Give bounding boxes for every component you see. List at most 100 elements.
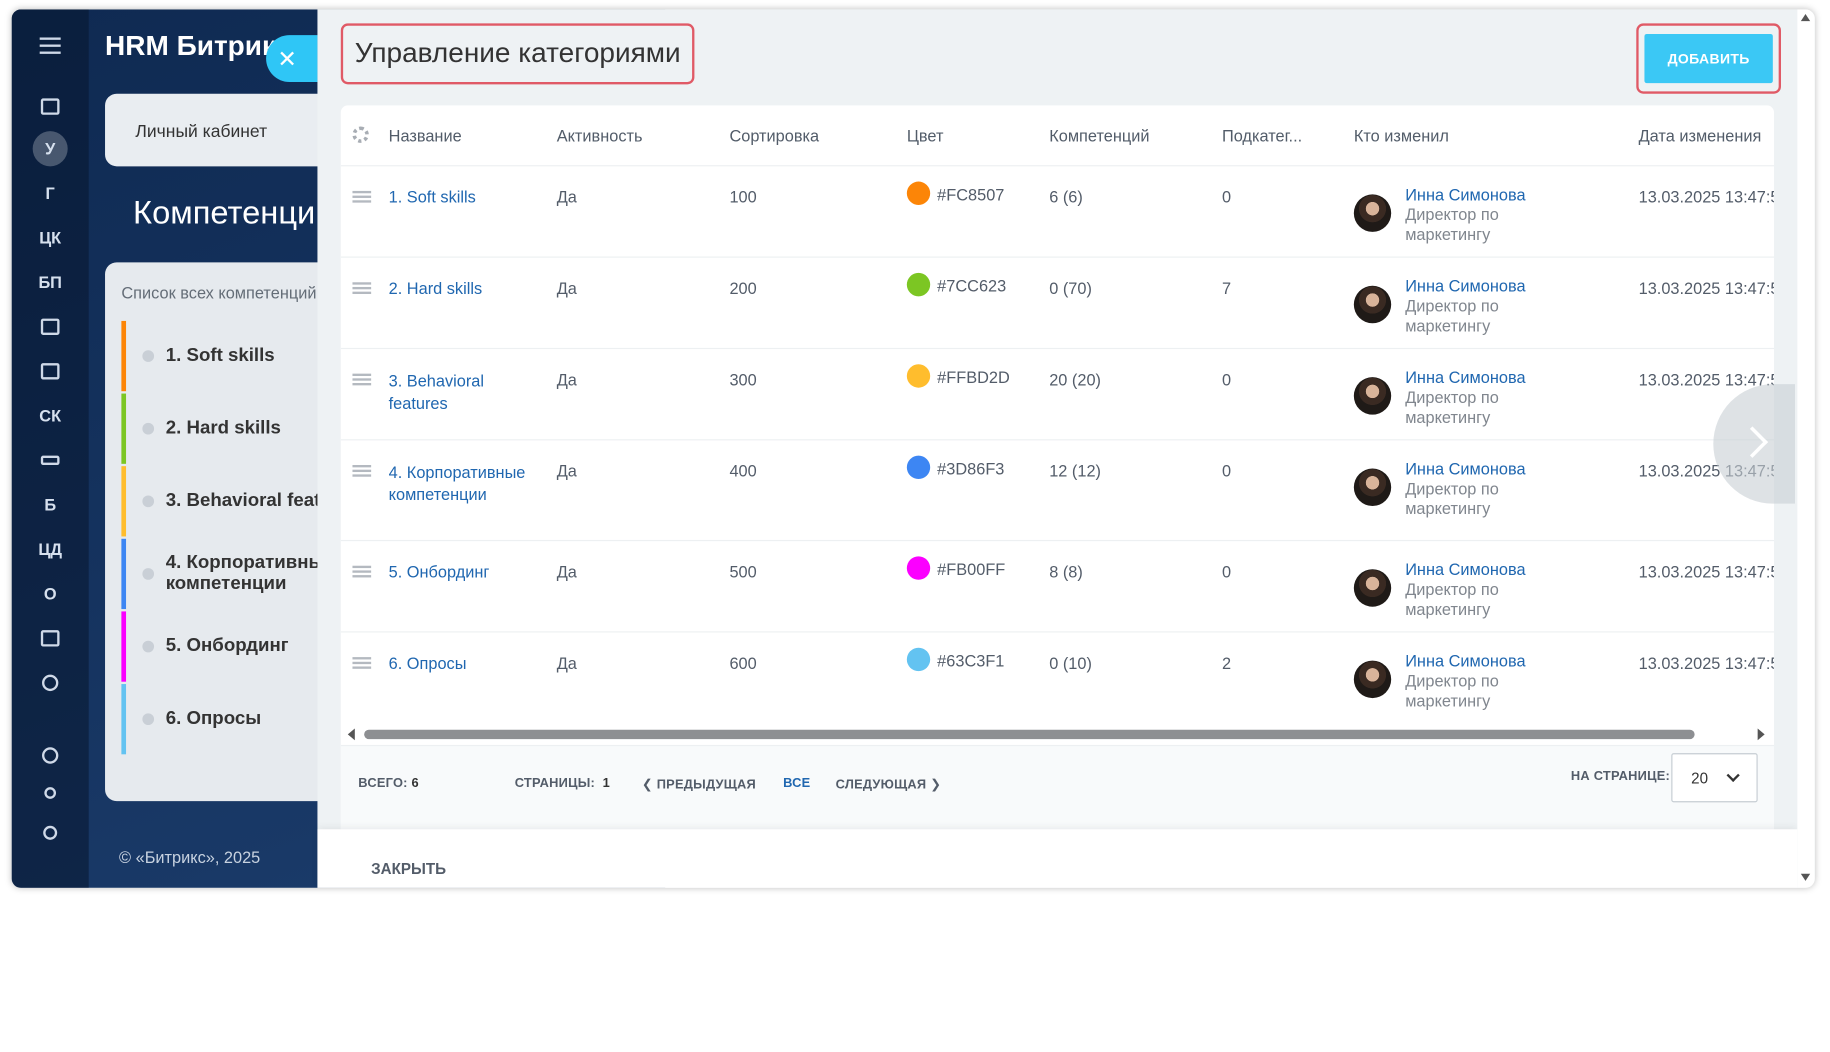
subcategories-value: 2: [1221, 653, 1232, 673]
column-modified-by[interactable]: Кто изменил: [1354, 127, 1449, 146]
color-value: #FFBD2D: [906, 364, 1010, 389]
tasks-icon[interactable]: [12, 89, 89, 124]
scrollbar-thumb[interactable]: [364, 729, 1695, 740]
user-name-link[interactable]: Инна Симонова: [1405, 651, 1533, 671]
rail-item-cd[interactable]: ЦД: [12, 532, 89, 567]
chevron-left-icon: ❮: [641, 777, 653, 792]
prev-page-button[interactable]: ❮ ПРЕДЫДУЩАЯ: [642, 777, 756, 792]
column-name[interactable]: Название: [389, 127, 462, 146]
grid-header: Название Активность Сортировка Цвет Комп…: [340, 105, 1774, 167]
expand-icon[interactable]: [142, 422, 155, 435]
help-icon[interactable]: [12, 738, 89, 773]
drag-handle-icon[interactable]: [352, 373, 372, 386]
scroll-right-icon[interactable]: [1757, 728, 1765, 741]
column-color[interactable]: Цвет: [907, 127, 944, 146]
user-name-link[interactable]: Инна Симонова: [1405, 185, 1533, 205]
next-page-button[interactable]: СЛЕДУЮЩАЯ ❯: [836, 777, 942, 792]
user-name-link[interactable]: Инна Симонова: [1405, 368, 1533, 388]
sort-value: 300: [729, 370, 757, 389]
table-row[interactable]: 5. Онбординг Да 500 #FB00FF 8 (8) 0 Инна…: [340, 541, 1774, 633]
expand-icon[interactable]: [142, 713, 155, 726]
more-icon[interactable]: [12, 665, 89, 700]
checklist-icon[interactable]: [12, 621, 89, 656]
scroll-down-icon[interactable]: [1800, 873, 1811, 881]
drag-handle-icon[interactable]: [352, 190, 372, 203]
competences-value: 0 (70): [1049, 278, 1092, 298]
add-button[interactable]: ДОБАВИТЬ: [1644, 33, 1773, 84]
user-name-link[interactable]: Инна Симонова: [1405, 276, 1533, 296]
panel-footer: ЗАКРЫТЬ: [317, 829, 1798, 888]
competences-value: 20 (20): [1049, 370, 1101, 389]
column-subcategories[interactable]: Подкатег...: [1222, 127, 1302, 146]
close-icon[interactable]: ✕: [266, 35, 318, 82]
close-button[interactable]: ЗАКРЫТЬ: [371, 860, 446, 878]
menu-icon[interactable]: [39, 37, 61, 54]
scroll-left-icon[interactable]: [347, 728, 355, 741]
sort-value: 200: [729, 278, 757, 298]
rail-item-o[interactable]: О: [12, 576, 89, 611]
category-name-link[interactable]: 5. Онбординг: [389, 562, 529, 581]
expand-icon[interactable]: [142, 350, 155, 362]
table-row[interactable]: 4. Корпоративные компетенции Да 400 #3D8…: [340, 440, 1774, 542]
expand-icon[interactable]: [142, 495, 155, 508]
activity-value: Да: [556, 562, 577, 581]
user-position: Директор по маркетингу: [1405, 671, 1499, 710]
expand-icon[interactable]: [142, 640, 155, 653]
avatar[interactable]: [1353, 377, 1392, 415]
category-name-link[interactable]: 2. Hard skills: [389, 279, 529, 298]
color-swatch: [906, 364, 931, 389]
sliders-icon[interactable]: [12, 443, 89, 478]
gear-icon[interactable]: [352, 126, 369, 143]
panel-title: Управление категориями: [340, 23, 695, 85]
color-swatch: [906, 181, 931, 206]
horizontal-scrollbar[interactable]: [341, 726, 1774, 742]
drag-handle-icon[interactable]: [352, 657, 372, 669]
category-name-link[interactable]: 4. Корпоративные компетенции: [389, 461, 527, 506]
rail-item-ck[interactable]: ЦК: [12, 220, 89, 255]
table-row[interactable]: 3. Behavioral features Да 300 #FFBD2D 20…: [340, 349, 1774, 441]
column-competences[interactable]: Компетенций: [1049, 127, 1149, 146]
avatar[interactable]: [1353, 285, 1392, 324]
rail-item-u[interactable]: У: [12, 131, 89, 167]
scroll-up-icon[interactable]: [1800, 14, 1811, 22]
user-name-link[interactable]: Инна Симонова: [1405, 560, 1533, 580]
drag-handle-icon[interactable]: [352, 565, 372, 578]
avatar[interactable]: [1353, 468, 1392, 507]
all-pages-link[interactable]: ВСЕ: [783, 777, 810, 791]
color-value: #63C3F1: [906, 648, 1004, 672]
category-name-link[interactable]: 1. Soft skills: [389, 187, 529, 206]
avatar[interactable]: [1353, 569, 1392, 607]
drag-handle-icon[interactable]: [352, 282, 372, 294]
column-activity[interactable]: Активность: [557, 127, 643, 146]
id-card-icon[interactable]: [12, 354, 89, 389]
calendar-icon[interactable]: [12, 309, 89, 344]
color-swatch: [906, 648, 931, 672]
rail-item-b[interactable]: Б: [12, 487, 89, 522]
activity-value: Да: [556, 370, 577, 389]
settings-icon[interactable]: [12, 815, 89, 850]
category-name-link[interactable]: 3. Behavioral features: [389, 370, 517, 415]
window-scrollbar[interactable]: [1797, 9, 1815, 888]
expand-icon[interactable]: [142, 568, 155, 580]
table-row[interactable]: 2. Hard skills Да 200 #7CC623 0 (70) 7 И…: [340, 258, 1774, 350]
user-position: Директор по маркетингу: [1405, 479, 1499, 518]
user-position: Директор по маркетингу: [1405, 387, 1499, 427]
activity-value: Да: [556, 278, 577, 298]
stage: У Г ЦК БП СК Б ЦД О HRM Битрикс Личный к…: [0, 0, 1830, 1052]
category-name-link[interactable]: 6. Опросы: [389, 654, 529, 673]
rail-item-sk[interactable]: СК: [12, 398, 89, 433]
structure-icon[interactable]: [12, 775, 89, 810]
activity-value: Да: [556, 653, 577, 673]
avatar[interactable]: [1353, 194, 1392, 232]
rail-item-bp[interactable]: БП: [12, 265, 89, 300]
table-row[interactable]: 1. Soft skills Да 100 #FC8507 6 (6) 0 Ин…: [340, 166, 1774, 258]
avatar[interactable]: [1353, 660, 1392, 699]
drag-handle-icon[interactable]: [352, 465, 372, 477]
table-row[interactable]: 6. Опросы Да 600 #63C3F1 0 (10) 2 Инна С…: [341, 633, 1774, 727]
per-page-select[interactable]: 20: [1671, 753, 1758, 803]
modified-by: Инна Симонова Директор по маркетингу: [1405, 276, 1533, 336]
column-sort[interactable]: Сортировка: [729, 127, 819, 146]
rail-item-g[interactable]: Г: [12, 176, 89, 211]
column-modified-date[interactable]: Дата изменения: [1639, 127, 1762, 146]
user-name-link[interactable]: Инна Симонова: [1405, 459, 1533, 479]
